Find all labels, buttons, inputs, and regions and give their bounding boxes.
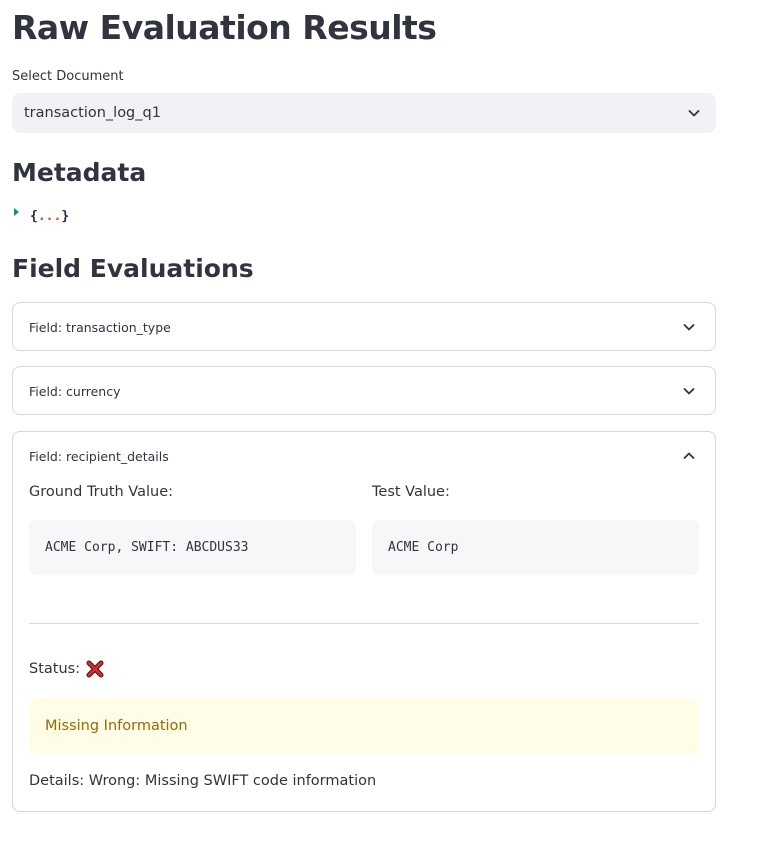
warning-alert: Missing Information [29,698,699,754]
status-label: Status: [29,661,81,677]
ground-truth-code-block: ACME Corp, SWIFT: ABCDUS33 [29,520,356,575]
status-line: Status: [29,660,104,678]
expander-header[interactable]: Field: transaction_type [13,303,715,351]
json-ellipsis: ... [37,209,62,224]
expander-title: Field: recipient_details [29,448,169,464]
field-evaluations-heading: Field Evaluations [12,254,254,283]
expander-transaction-type: Field: transaction_type [12,302,716,351]
metadata-json-collapsed[interactable]: {...} [30,209,69,224]
expander-header[interactable]: Field: currency [13,367,715,415]
details-text: Details: Wrong: Missing SWIFT code infor… [29,773,377,789]
cross-mark-icon [86,660,104,678]
divider [29,623,699,624]
expander-title: Field: currency [29,383,121,399]
select-document-value: transaction_log_q1 [24,105,161,121]
chevron-up-icon [683,452,695,459]
json-open-brace: { [30,209,38,224]
chevron-down-icon [683,388,695,395]
expander-title: Field: transaction_type [29,319,171,335]
select-document-dropdown[interactable]: transaction_log_q1 [12,93,716,133]
select-document-label: Select Document [12,69,124,84]
test-value-label: Test Value: [372,484,450,500]
json-expand-toggle-icon[interactable] [14,208,19,216]
json-close-brace: } [61,209,70,224]
metadata-heading: Metadata [12,158,147,187]
chevron-down-icon [683,324,695,331]
expander-header[interactable]: Field: recipient_details [13,432,715,480]
page-title: Raw Evaluation Results [12,8,437,47]
chevron-down-icon [688,110,700,117]
expander-currency: Field: currency [12,366,716,415]
test-value-code-block: ACME Corp [372,520,699,575]
ground-truth-label: Ground Truth Value: [29,484,174,500]
expander-recipient-details: Field: recipient_details Ground Truth Va… [12,431,716,812]
